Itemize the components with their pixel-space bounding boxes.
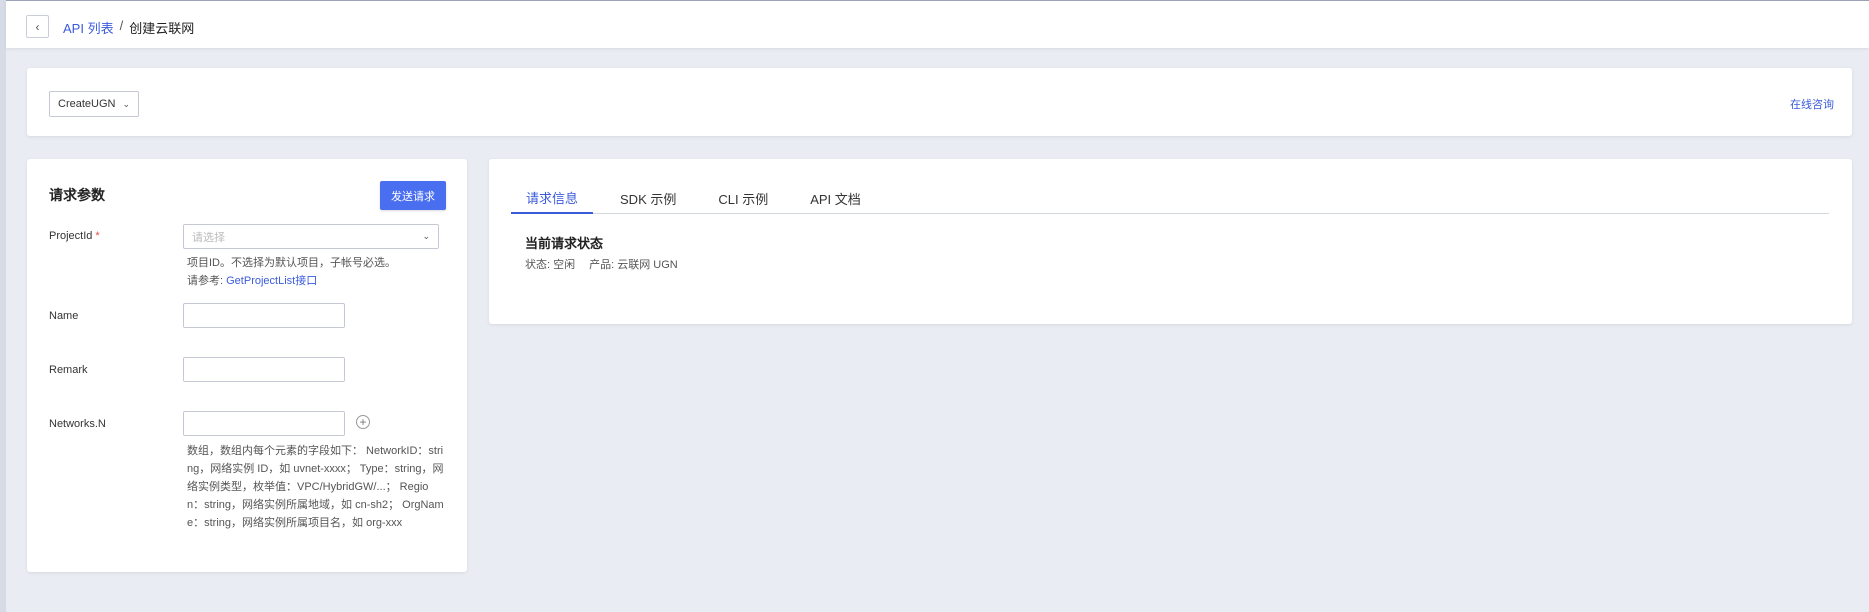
project-id-help-line1: 项目ID。不选择为默认项目，子帐号必选。 — [187, 257, 396, 269]
info-tabs: 请求信息 SDK 示例 CLI 示例 API 文档 — [511, 183, 1829, 214]
networks-help: 数组，数组内每个元素的字段如下： NetworkID：string，网络实例 I… — [187, 445, 444, 529]
chevron-down-icon: ⌄ — [422, 231, 430, 241]
action-select[interactable]: CreateUGN ⌄ — [49, 91, 139, 117]
project-id-help: 项目ID。不选择为默认项目，子帐号必选。 请参考: GetProjectList… — [187, 254, 396, 290]
tab-sdk-example[interactable]: SDK 示例 — [605, 183, 691, 214]
product-text: 产品: 云联网 UGN — [589, 259, 678, 271]
request-status-title: 当前请求状态 — [525, 236, 604, 251]
action-select-value: CreateUGN — [58, 98, 116, 110]
top-header: ‹ API 列表 / 创建云联网 — [6, 0, 1869, 48]
remark-input[interactable] — [183, 357, 345, 382]
tab-api-docs[interactable]: API 文档 — [795, 183, 876, 214]
project-id-select[interactable]: 请选择 ⌄ — [183, 224, 439, 249]
status-text: 状态: 空闲 — [525, 259, 576, 271]
project-id-placeholder: 请选择 — [192, 231, 225, 244]
request-status-line: 状态: 空闲 产品: 云联网 UGN — [525, 256, 678, 272]
name-label: Name — [49, 310, 79, 322]
params-title: 请求参数 — [49, 187, 105, 203]
name-input[interactable] — [183, 303, 345, 328]
send-request-button[interactable]: 发送请求 — [380, 181, 446, 210]
project-id-label: ProjectId * — [49, 230, 100, 242]
online-consult-link[interactable]: 在线咨询 — [1790, 96, 1834, 112]
back-button[interactable]: ‹ — [26, 15, 49, 38]
networks-label: Networks.N — [49, 418, 106, 430]
project-id-label-text: ProjectId — [49, 230, 93, 242]
breadcrumb-current-page: 创建云联网 — [129, 21, 195, 36]
remark-label: Remark — [49, 364, 88, 376]
tab-request-info[interactable]: 请求信息 — [511, 183, 594, 214]
action-selector-card: CreateUGN ⌄ 在线咨询 — [27, 68, 1852, 136]
breadcrumb-separator: / — [119, 18, 124, 33]
request-params-card: 请求参数 发送请求 ProjectId * 请选择 ⌄ 项目ID。不选择为默认项目… — [27, 159, 467, 572]
breadcrumb: API 列表 / 创建云联网 — [63, 18, 194, 37]
required-mark: * — [95, 230, 100, 242]
plus-circle-icon[interactable]: + — [356, 415, 370, 429]
request-info-card: 请求信息 SDK 示例 CLI 示例 API 文档 当前请求状态 状态: 空闲 … — [489, 159, 1852, 324]
project-id-help-prefix: 请参考: — [187, 275, 224, 287]
breadcrumb-api-list-link[interactable]: API 列表 — [63, 18, 114, 37]
networks-input[interactable] — [183, 411, 345, 436]
project-id-help-line2: 请参考: GetProjectList接口 — [187, 272, 396, 290]
left-edge-strip — [0, 0, 6, 612]
chevron-down-icon: ⌄ — [122, 99, 130, 109]
get-project-list-link[interactable]: GetProjectList接口 — [226, 275, 317, 287]
chevron-left-icon: ‹ — [35, 19, 40, 34]
tab-cli-example[interactable]: CLI 示例 — [703, 183, 783, 214]
